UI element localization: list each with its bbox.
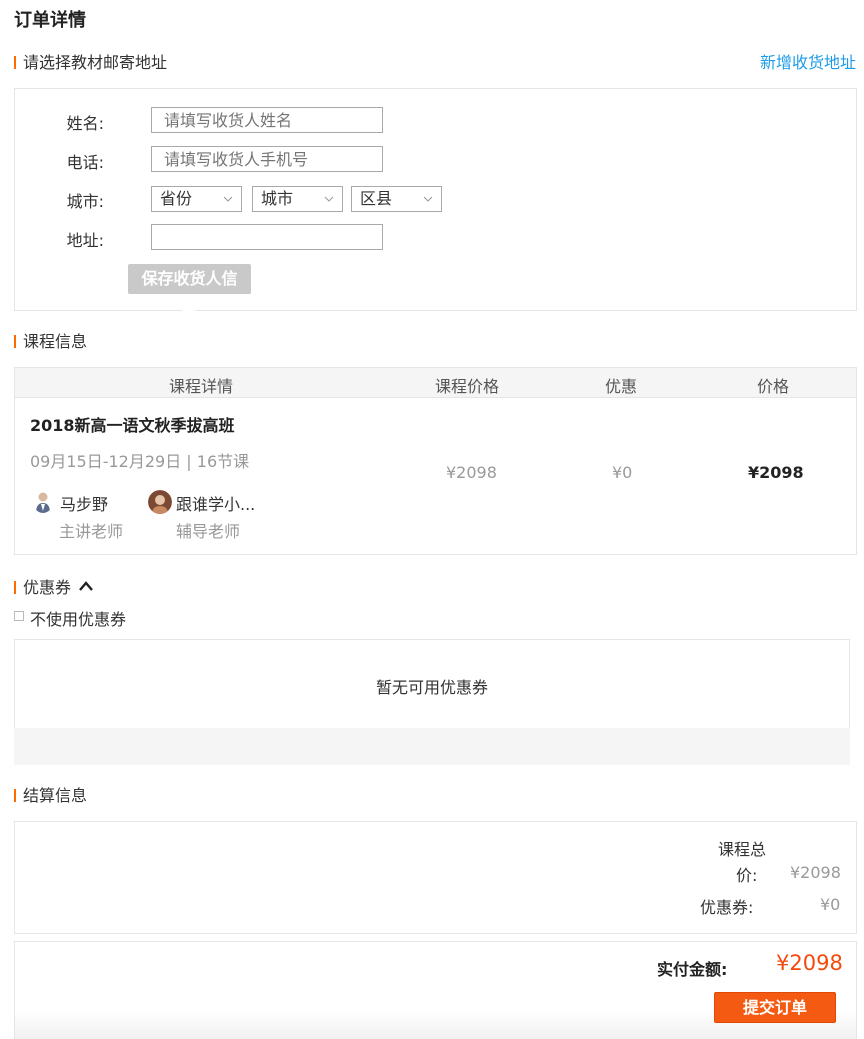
name-label: 姓名: (66, 114, 104, 133)
total-price-label-line1: 课程总 (718, 840, 767, 859)
column-header-course-price: 课程价格 (435, 377, 500, 396)
teacher-role: 主讲老师 (59, 522, 124, 541)
teacher-name: 马步野 (60, 495, 109, 514)
section-marker (14, 335, 16, 348)
city-label: 城市: (66, 192, 104, 211)
total-price-value: ¥2098 (790, 863, 841, 882)
phone-input[interactable] (151, 146, 383, 172)
column-header-discount: 优惠 (605, 377, 638, 396)
city-select[interactable]: 城市 (252, 186, 343, 212)
chevron-down-icon (324, 196, 334, 202)
teacher-avatar (148, 490, 172, 514)
course-final-price: ¥2098 (748, 463, 804, 482)
coupon-list-footer (14, 728, 850, 765)
chevron-up-icon[interactable] (78, 580, 94, 592)
save-address-button[interactable]: 保存收货人信 (128, 264, 251, 294)
name-input[interactable] (151, 107, 383, 133)
district-select-value: 区县 (360, 189, 393, 208)
city-select-value: 城市 (261, 189, 294, 208)
section-marker (14, 581, 16, 594)
phone-label: 电话: (66, 153, 104, 172)
paid-amount-label: 实付金额: (657, 960, 728, 979)
new-address-link[interactable]: 新增收货地址 (760, 49, 856, 73)
payment-box (14, 941, 857, 1039)
course-schedule: 09月15日-12月29日 | 16节课 (30, 452, 250, 471)
course-table-header: 课程详情 课程价格 优惠 价格 (14, 367, 857, 398)
chevron-down-icon (223, 196, 233, 202)
address-input[interactable] (151, 224, 383, 250)
teacher-role: 辅导老师 (176, 522, 241, 541)
coupon-empty-message: 暂无可用优惠券 (375, 678, 488, 697)
course-name[interactable]: 2018新高一语文秋季拔高班 (30, 412, 235, 436)
course-price-value: ¥2098 (446, 463, 497, 482)
teacher-avatar (36, 492, 50, 513)
district-select[interactable]: 区县 (351, 186, 442, 212)
course-section-header: 课程信息 (14, 328, 87, 352)
no-coupon-label: 不使用优惠券 (30, 610, 127, 629)
tooltip-notch (182, 304, 196, 311)
submit-order-button[interactable]: 提交订单 (714, 992, 836, 1023)
coupon-discount-value: ¥0 (820, 895, 841, 914)
section-marker (14, 789, 16, 802)
teacher-name: 跟谁学小... (176, 495, 256, 514)
province-select[interactable]: 省份 (151, 186, 242, 212)
province-select-value: 省份 (160, 189, 193, 208)
address-label: 地址: (66, 231, 104, 250)
course-section-title: 课程信息 (23, 332, 88, 351)
column-header-price: 价格 (757, 377, 790, 396)
paid-amount-value: ¥2098 (776, 951, 843, 975)
total-price-label-line2: 价: (736, 866, 758, 885)
coupon-discount-label: 优惠券: (700, 898, 754, 917)
coupon-section-header: 优惠券 (14, 574, 71, 598)
no-coupon-checkbox[interactable] (14, 611, 24, 621)
settlement-section-title: 结算信息 (23, 786, 88, 805)
page-title: 订单详情 (14, 10, 86, 31)
section-marker (14, 56, 16, 69)
settlement-section-header: 结算信息 (14, 782, 87, 806)
address-section-header: 请选择教材邮寄地址 (14, 49, 167, 73)
column-header-detail: 课程详情 (169, 377, 234, 396)
chevron-down-icon (423, 196, 433, 202)
address-section-title: 请选择教材邮寄地址 (23, 53, 168, 72)
course-discount-value: ¥0 (612, 463, 633, 482)
coupon-section-title: 优惠券 (23, 578, 72, 597)
